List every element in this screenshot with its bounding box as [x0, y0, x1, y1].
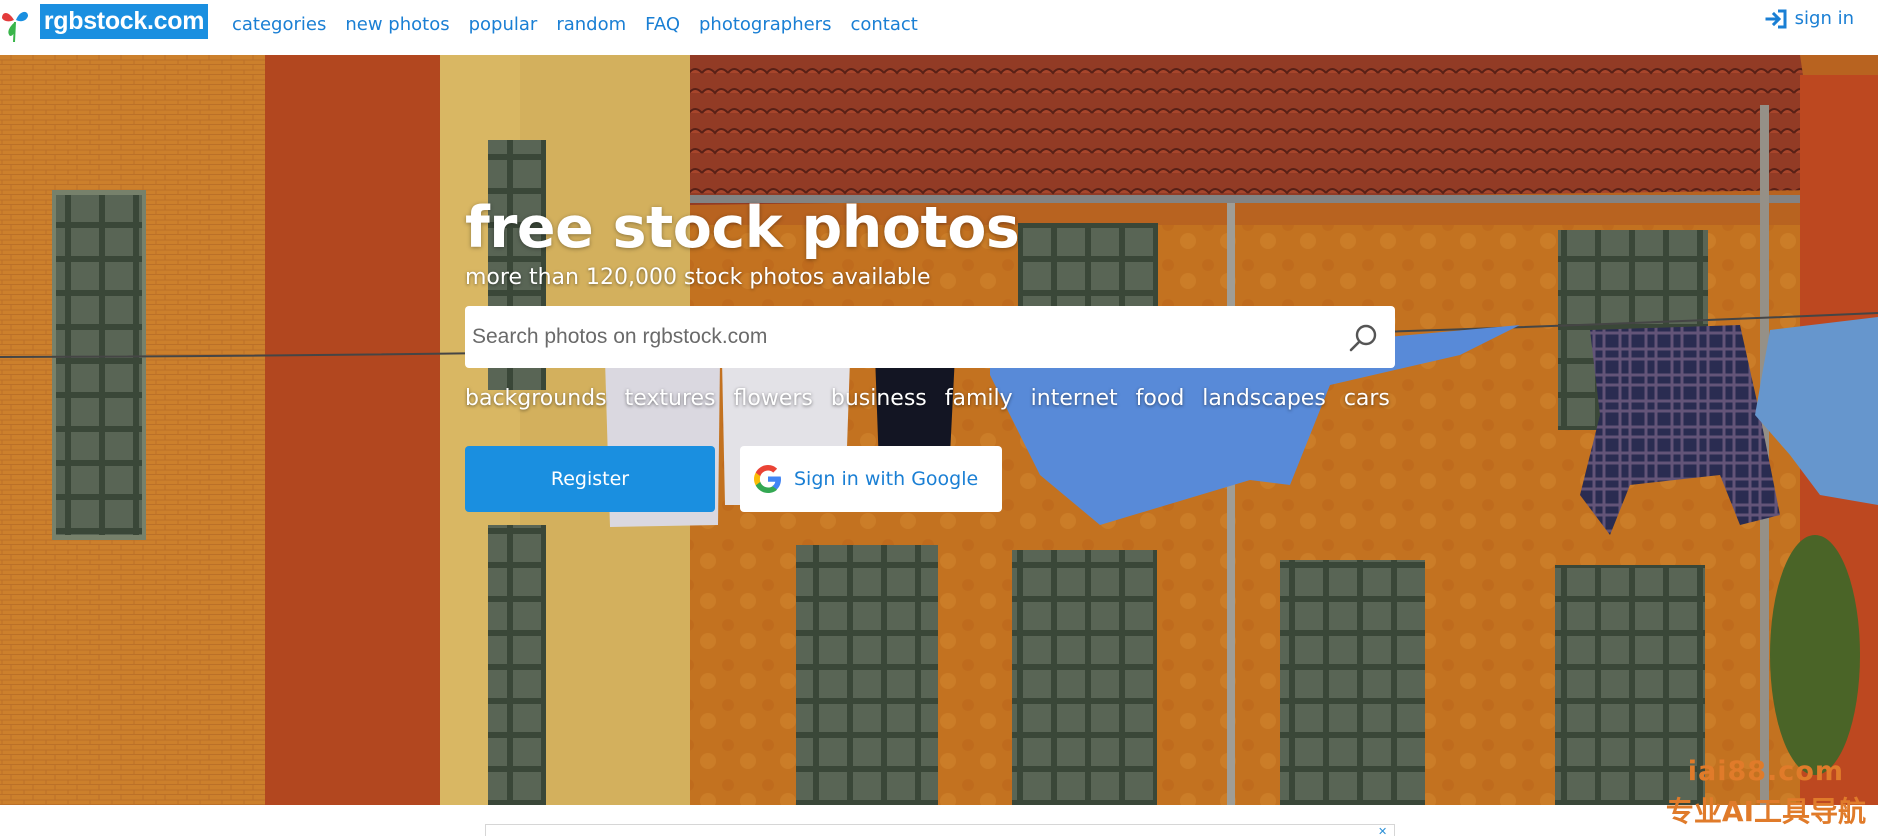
tag-backgrounds-link[interactable]: backgrounds	[465, 386, 607, 411]
tag-internet-link[interactable]: internet	[1031, 386, 1118, 411]
nav-new-photos-link[interactable]: new photos	[345, 14, 449, 35]
tag-cars-link[interactable]: cars	[1344, 386, 1390, 411]
search-icon[interactable]	[1347, 322, 1379, 354]
search-bar	[465, 306, 1395, 368]
nav-categories-link[interactable]: categories	[232, 14, 326, 35]
google-g-icon	[754, 465, 781, 493]
google-sign-in-button[interactable]: Sign in with Google	[740, 446, 1002, 512]
tag-food-link[interactable]: food	[1136, 386, 1185, 411]
sign-in-arrow-icon	[1765, 9, 1787, 28]
search-input[interactable]	[465, 307, 1325, 367]
hero-actions: Register Sign in with Google	[465, 446, 1395, 512]
popular-tags: backgrounds textures flowers business fa…	[465, 386, 1395, 411]
ad-close-icon[interactable]: ✕	[1378, 827, 1390, 836]
register-button[interactable]: Register	[465, 446, 715, 512]
watermark-domain: iai88.com	[1687, 756, 1844, 787]
hero-section: free stock photos more than 120,000 stoc…	[0, 55, 1878, 805]
tag-flowers-link[interactable]: flowers	[734, 386, 813, 411]
sign-in-label: sign in	[1794, 8, 1854, 29]
nav-photographers-link[interactable]: photographers	[699, 14, 831, 35]
top-navigation-bar: rgbstock.com categories new photos popul…	[0, 0, 1878, 55]
ad-banner: ✕	[485, 824, 1395, 836]
hero-title: free stock photos	[465, 195, 1020, 261]
hero-subtitle: more than 120,000 stock photos available	[465, 265, 931, 290]
tag-business-link[interactable]: business	[831, 386, 927, 411]
tag-textures-link[interactable]: textures	[625, 386, 716, 411]
tag-family-link[interactable]: family	[945, 386, 1013, 411]
google-sign-in-label: Sign in with Google	[794, 468, 979, 490]
nav-contact-link[interactable]: contact	[850, 14, 917, 35]
nav-random-link[interactable]: random	[556, 14, 626, 35]
rgb-flower-logo-icon[interactable]	[0, 4, 30, 42]
hero-content: free stock photos more than 120,000 stoc…	[465, 195, 1395, 512]
watermark-tagline: 专业AI工具导航	[1665, 795, 1866, 828]
site-logo[interactable]: rgbstock.com	[40, 4, 208, 39]
nav-popular-link[interactable]: popular	[469, 14, 538, 35]
main-nav: categories new photos popular random FAQ…	[232, 0, 937, 48]
sign-in-link[interactable]: sign in	[1765, 8, 1854, 29]
nav-faq-link[interactable]: FAQ	[645, 14, 680, 35]
tag-landscapes-link[interactable]: landscapes	[1202, 386, 1326, 411]
